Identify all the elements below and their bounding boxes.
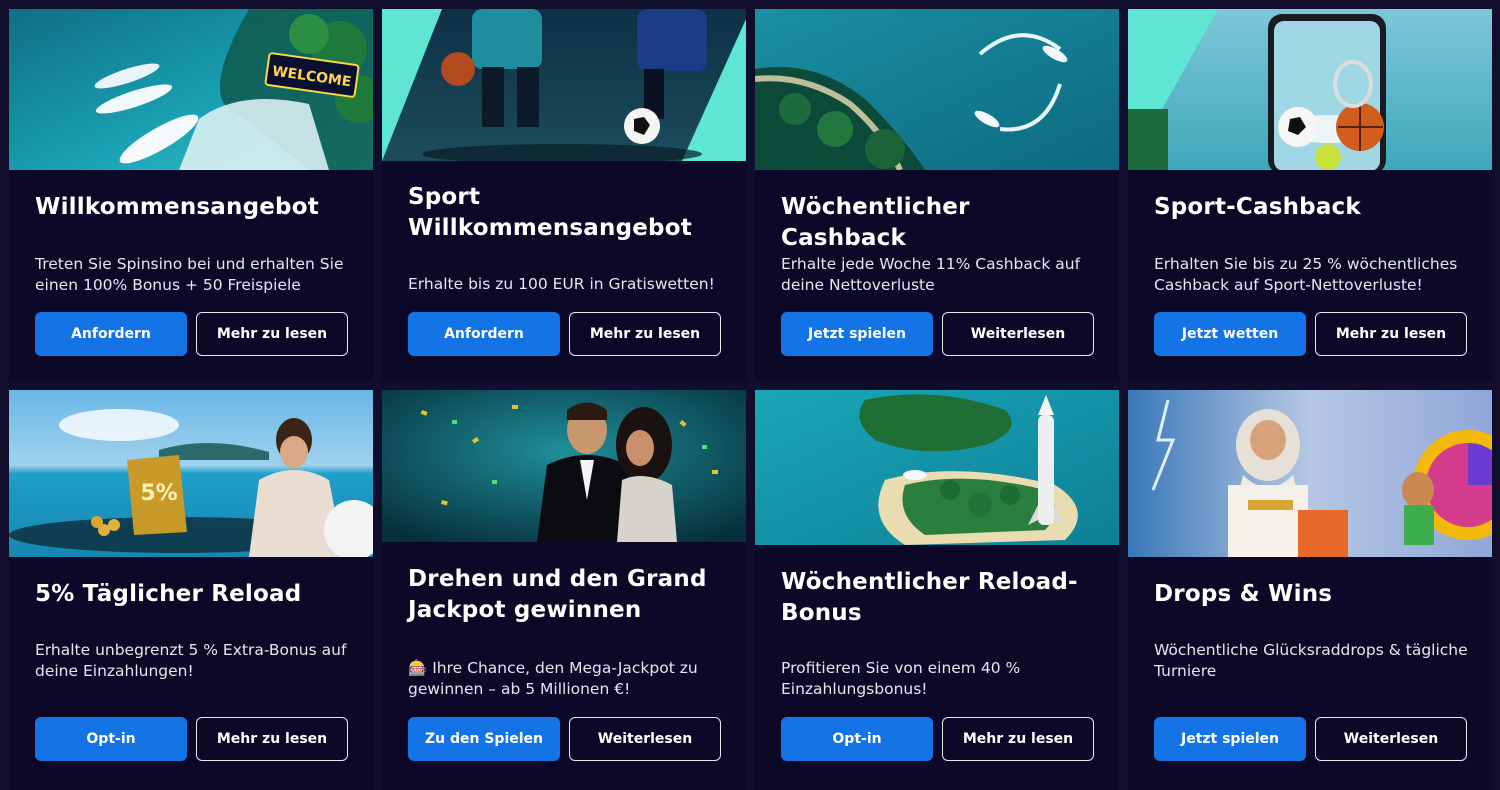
read-more-button[interactable]: Weiterlesen — [942, 312, 1094, 356]
promo-description: Erhalten Sie bis zu 25 % wöchentliches C… — [1154, 255, 1458, 294]
promo-card-weekly-reload: Wöchentlicher Reload-Bonus Profitieren S… — [755, 390, 1119, 790]
promo-card-drops-wins: Drops & Wins Wöchentliche Glücksraddrops… — [1128, 390, 1492, 790]
claim-button[interactable]: Anfordern — [408, 312, 560, 356]
read-more-button[interactable]: Mehr zu lesen — [942, 717, 1094, 761]
promo-title: Wöchentlicher Reload-Bonus — [781, 569, 1078, 626]
promo-image-island-rocket — [755, 390, 1119, 545]
opt-in-button[interactable]: Opt-in — [35, 717, 187, 761]
promo-title: 5% Täglicher Reload — [35, 581, 302, 607]
to-games-button[interactable]: Zu den Spielen — [408, 717, 560, 761]
read-more-button[interactable]: Mehr zu lesen — [196, 312, 348, 356]
read-more-button[interactable]: Weiterlesen — [569, 717, 721, 761]
promo-card-grand-jackpot: Drehen und den Grand Jackpot gewinnen 🎰 … — [382, 390, 746, 790]
promo-card-sport-cashback: Sport-Cashback Erhalten Sie bis zu 25 % … — [1128, 9, 1492, 381]
promo-image-zeus-wheel — [1128, 390, 1492, 557]
promo-description: Wöchentliche Glücksraddrops & tägliche T… — [1154, 641, 1468, 680]
promo-description: Treten Sie Spinsino bei und erhalten Sie… — [35, 255, 344, 294]
promo-card-weekly-cashback: Wöchentlicher Cashback Erhalte jede Woch… — [755, 9, 1119, 381]
read-more-button[interactable]: Mehr zu lesen — [1315, 312, 1467, 356]
promo-image-couple-confetti — [382, 390, 746, 542]
read-more-button[interactable]: Weiterlesen — [1315, 717, 1467, 761]
promo-image-phone-balls — [1128, 9, 1492, 170]
promo-title: Sport-Cashback — [1154, 194, 1361, 220]
play-now-button[interactable]: Jetzt spielen — [1154, 717, 1306, 761]
promo-description: Profitieren Sie von einem 40 % Einzahlun… — [781, 659, 1021, 698]
promo-card-sport-welcome: Sport Willkommensangebot Erhalte bis zu … — [382, 9, 746, 381]
svg-text:5%: 5% — [140, 481, 177, 506]
promo-description: 🎰 Ihre Chance, den Mega-Jackpot zu gewin… — [408, 659, 698, 698]
play-now-button[interactable]: Jetzt spielen — [781, 312, 933, 356]
promotions-grid: WELCOME Willkommensangebot Treten Sie Sp… — [0, 0, 1500, 790]
claim-button[interactable]: Anfordern — [35, 312, 187, 356]
promo-title: Willkommensangebot — [35, 194, 319, 220]
promo-title: Drehen und den Grand Jackpot gewinnen — [408, 566, 707, 623]
promo-image-boats-ocean — [755, 9, 1119, 170]
read-more-button[interactable]: Mehr zu lesen — [196, 717, 348, 761]
promo-title: Sport Willkommensangebot — [408, 184, 692, 241]
promo-card-daily-reload: 5% 5% Täglicher Reload Erhalte unbegrenz… — [9, 390, 373, 790]
bet-now-button[interactable]: Jetzt wetten — [1154, 312, 1306, 356]
opt-in-button[interactable]: Opt-in — [781, 717, 933, 761]
promo-card-welcome: WELCOME Willkommensangebot Treten Sie Sp… — [9, 9, 373, 381]
promo-title: Drops & Wins — [1154, 581, 1333, 607]
promo-image-yachts: WELCOME — [9, 9, 373, 170]
promo-image-woman-pool: 5% — [9, 390, 373, 557]
promo-title: Wöchentlicher Cashback — [781, 194, 970, 251]
promo-description: Erhalte unbegrenzt 5 % Extra-Bonus auf d… — [35, 641, 347, 680]
promo-description: Erhalte bis zu 100 EUR in Gratiswetten! — [408, 275, 715, 293]
promo-description: Erhalte jede Woche 11% Cashback auf dein… — [781, 255, 1081, 294]
promo-image-sport-players — [382, 9, 746, 161]
read-more-button[interactable]: Mehr zu lesen — [569, 312, 721, 356]
